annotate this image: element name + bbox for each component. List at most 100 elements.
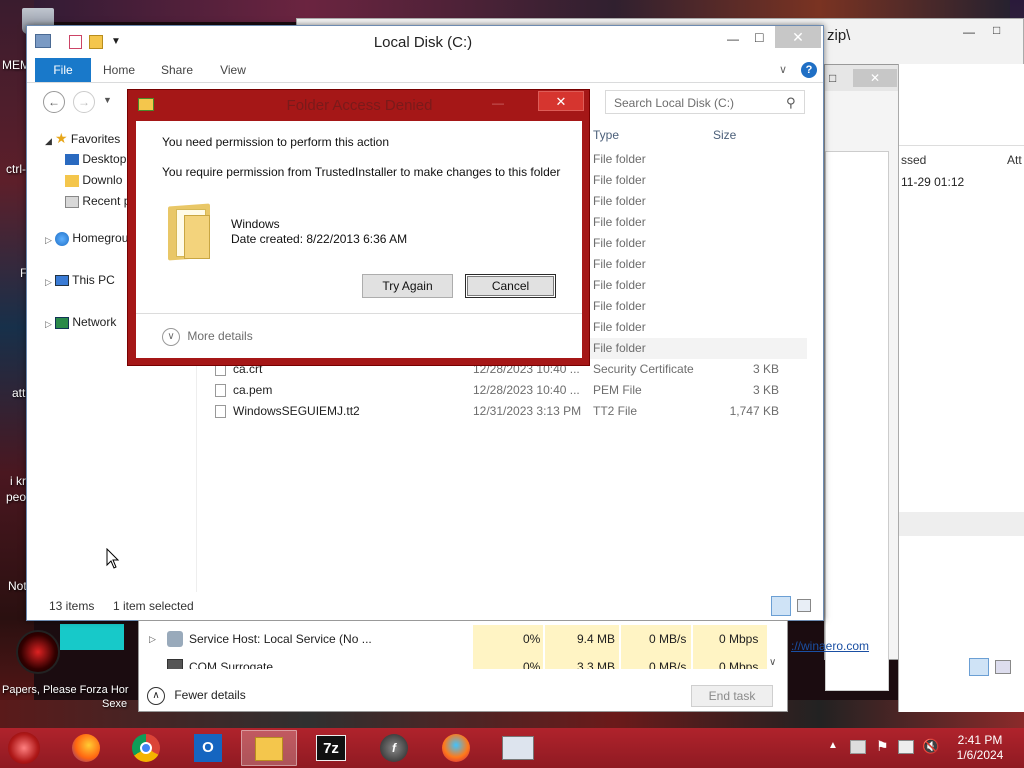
tab-file[interactable]: File (35, 58, 91, 82)
large-icons-view-icon[interactable] (797, 599, 811, 612)
folder-access-denied-dialog[interactable]: Folder Access Denied — ✕ You need permis… (127, 89, 590, 366)
explorer-close-button[interactable]: ✕ (775, 26, 821, 48)
nav-homegroup[interactable]: Homegrou (55, 228, 128, 248)
file-date: 12/28/2023 10:40 ... (473, 383, 580, 397)
explorer-title: Local Disk (C:) (373, 34, 473, 51)
nav-this-pc[interactable]: This PC (55, 270, 115, 290)
tab-share[interactable]: Share (155, 58, 199, 82)
desktop-icon (65, 154, 79, 166)
ribbon-expand-icon[interactable]: ∨ (779, 63, 787, 76)
nav-favorites[interactable]: ★ Favorites (55, 128, 120, 148)
search-box[interactable]: Search Local Disk (C:) ⚲ (605, 90, 805, 114)
column-header-type[interactable]: Type (593, 128, 619, 142)
volume-muted-icon[interactable]: 🔇 (922, 738, 939, 755)
show-hidden-icons-icon[interactable]: ▲ (828, 740, 838, 751)
file-size: 3 KB (752, 383, 779, 397)
taskbar: O 7z f ▲ ⚑ 🔇 2:41 PM 1/6/2024 (0, 728, 1024, 768)
more-details-toggle[interactable]: ∨ More details (162, 327, 253, 346)
desktop-label-peo[interactable]: peo (6, 490, 26, 504)
bg-view-tiles-icon[interactable] (995, 660, 1011, 674)
nav-favorites-label: Favorites (70, 132, 121, 146)
nav-recent[interactable]: Recent p (65, 191, 130, 211)
action-center-flag-icon[interactable]: ⚑ (876, 738, 889, 755)
tab-home[interactable]: Home (97, 58, 141, 82)
scroll-down-icon[interactable]: ∨ (769, 657, 776, 668)
chevron-down-icon: ∨ (162, 327, 180, 346)
file-row-ca-pem[interactable]: ca.pem 12/28/2023 10:40 ... PEM File 3 K… (207, 380, 807, 401)
folder-type: File folder (593, 236, 646, 250)
task-manager-icon[interactable] (490, 730, 546, 766)
background-window-right[interactable]: □ ✕ ://winaero.com (791, 64, 900, 691)
background-window-far-right[interactable]: ssed Att 11-29 01:12 (898, 64, 1024, 712)
task-manager-window[interactable]: ▷ Service Host: Local Service (No ... 0%… (138, 620, 788, 712)
nav-recent-label: Recent p (82, 194, 131, 208)
back-icon[interactable]: ← (43, 91, 65, 113)
try-again-button[interactable]: Try Again (362, 274, 453, 298)
bg-minimize-button[interactable]: — (963, 25, 975, 39)
nav-downloads[interactable]: Downlo (65, 170, 122, 190)
process-name: Service Host: Local Service (No ... (189, 632, 372, 646)
end-task-button[interactable]: End task (691, 685, 773, 707)
file-name: WindowsSEGUIEMJ.tt2 (233, 404, 360, 418)
network-tray-icon[interactable] (850, 740, 866, 754)
nav-network[interactable]: Network (55, 312, 116, 332)
bg-right-close-button[interactable]: ✕ (853, 69, 897, 87)
game-shortcut-icon[interactable] (16, 630, 60, 674)
recent-locations-icon[interactable]: ▼ (103, 95, 112, 105)
clock-date: 1/6/2024 (956, 748, 1004, 762)
network-expand-icon[interactable]: ▷ (45, 319, 52, 330)
desktop-label-not[interactable]: Not (8, 579, 27, 593)
clock-time: 2:41 PM (957, 733, 1003, 747)
process-row[interactable]: COM Surrogate 0% 3.3 MB 0 MB/s 0 Mbps (139, 653, 789, 669)
forward-icon[interactable]: → (73, 91, 95, 113)
computer-icon (55, 275, 69, 287)
folder-type: File folder (593, 299, 646, 313)
cancel-button[interactable]: Cancel (465, 274, 556, 298)
explorer-titlebar[interactable]: ▼ Local Disk (C:) — □ ✕ (27, 26, 823, 58)
clock[interactable]: 2:41 PM 1/6/2024 (950, 733, 1010, 763)
flash-icon[interactable]: f (366, 730, 422, 766)
desktop-label-ikr[interactable]: i kr (10, 474, 26, 488)
bg-link[interactable]: ://winaero.com (791, 639, 869, 653)
nav-desktop[interactable]: Desktop (65, 149, 126, 169)
column-header-size[interactable]: Size (713, 128, 736, 142)
wired-network-icon[interactable] (898, 740, 914, 754)
file-row-seguiemj[interactable]: WindowsSEGUIEMJ.tt2 12/31/2023 3:13 PM T… (207, 401, 807, 422)
favorites-expand-icon[interactable]: ◢ (45, 136, 52, 147)
search-placeholder: Search Local Disk (C:) (614, 96, 735, 110)
explorer-minimize-button[interactable]: — (727, 32, 739, 46)
desktop-label-ctrl[interactable]: ctrl- (6, 162, 26, 176)
tab-view[interactable]: View (213, 58, 253, 82)
dialog-close-button[interactable]: ✕ (538, 91, 584, 111)
homegroup-expand-icon[interactable]: ▷ (45, 235, 52, 246)
desktop-label-att[interactable]: att (12, 386, 25, 400)
file-icon (215, 405, 226, 418)
fewer-details-toggle[interactable]: ∧ Fewer details (147, 685, 246, 705)
expand-arrow-icon[interactable]: ▷ (149, 625, 156, 653)
nav-homegroup-label: Homegrou (72, 231, 129, 245)
desktop-label-sexe[interactable]: Sexe (102, 698, 127, 710)
bg-view-details-icon[interactable] (969, 658, 989, 676)
help-icon[interactable]: ? (801, 62, 817, 78)
outlook-icon[interactable]: O (180, 730, 236, 766)
firefox-icon[interactable] (58, 730, 114, 766)
firefox-dev-icon[interactable] (428, 730, 484, 766)
file-explorer-icon[interactable] (241, 730, 297, 766)
process-mem-value: 3.3 MB (577, 660, 616, 669)
details-view-icon[interactable] (771, 596, 791, 616)
search-icon[interactable]: ⚲ (786, 95, 796, 111)
thispc-expand-icon[interactable]: ▷ (45, 277, 52, 288)
process-row[interactable]: ▷ Service Host: Local Service (No ... 0%… (139, 625, 789, 653)
start-button-icon[interactable] (8, 732, 40, 764)
mouse-cursor-icon (106, 548, 120, 569)
desktop-label-papers[interactable]: Papers, Please Forza Hor (2, 684, 129, 696)
7zip-icon[interactable]: 7z (304, 730, 360, 766)
explorer-maximize-button[interactable]: □ (755, 29, 763, 45)
bg-right-maximize-button[interactable]: □ (829, 71, 836, 85)
star-icon: ★ (55, 130, 68, 146)
bg-maximize-button[interactable]: □ (993, 23, 1000, 37)
chrome-icon[interactable] (118, 730, 174, 766)
file-type: TT2 File (593, 404, 638, 418)
nav-thispc-label: This PC (72, 273, 115, 287)
process-disk-value: 0 MB/s (649, 660, 687, 669)
